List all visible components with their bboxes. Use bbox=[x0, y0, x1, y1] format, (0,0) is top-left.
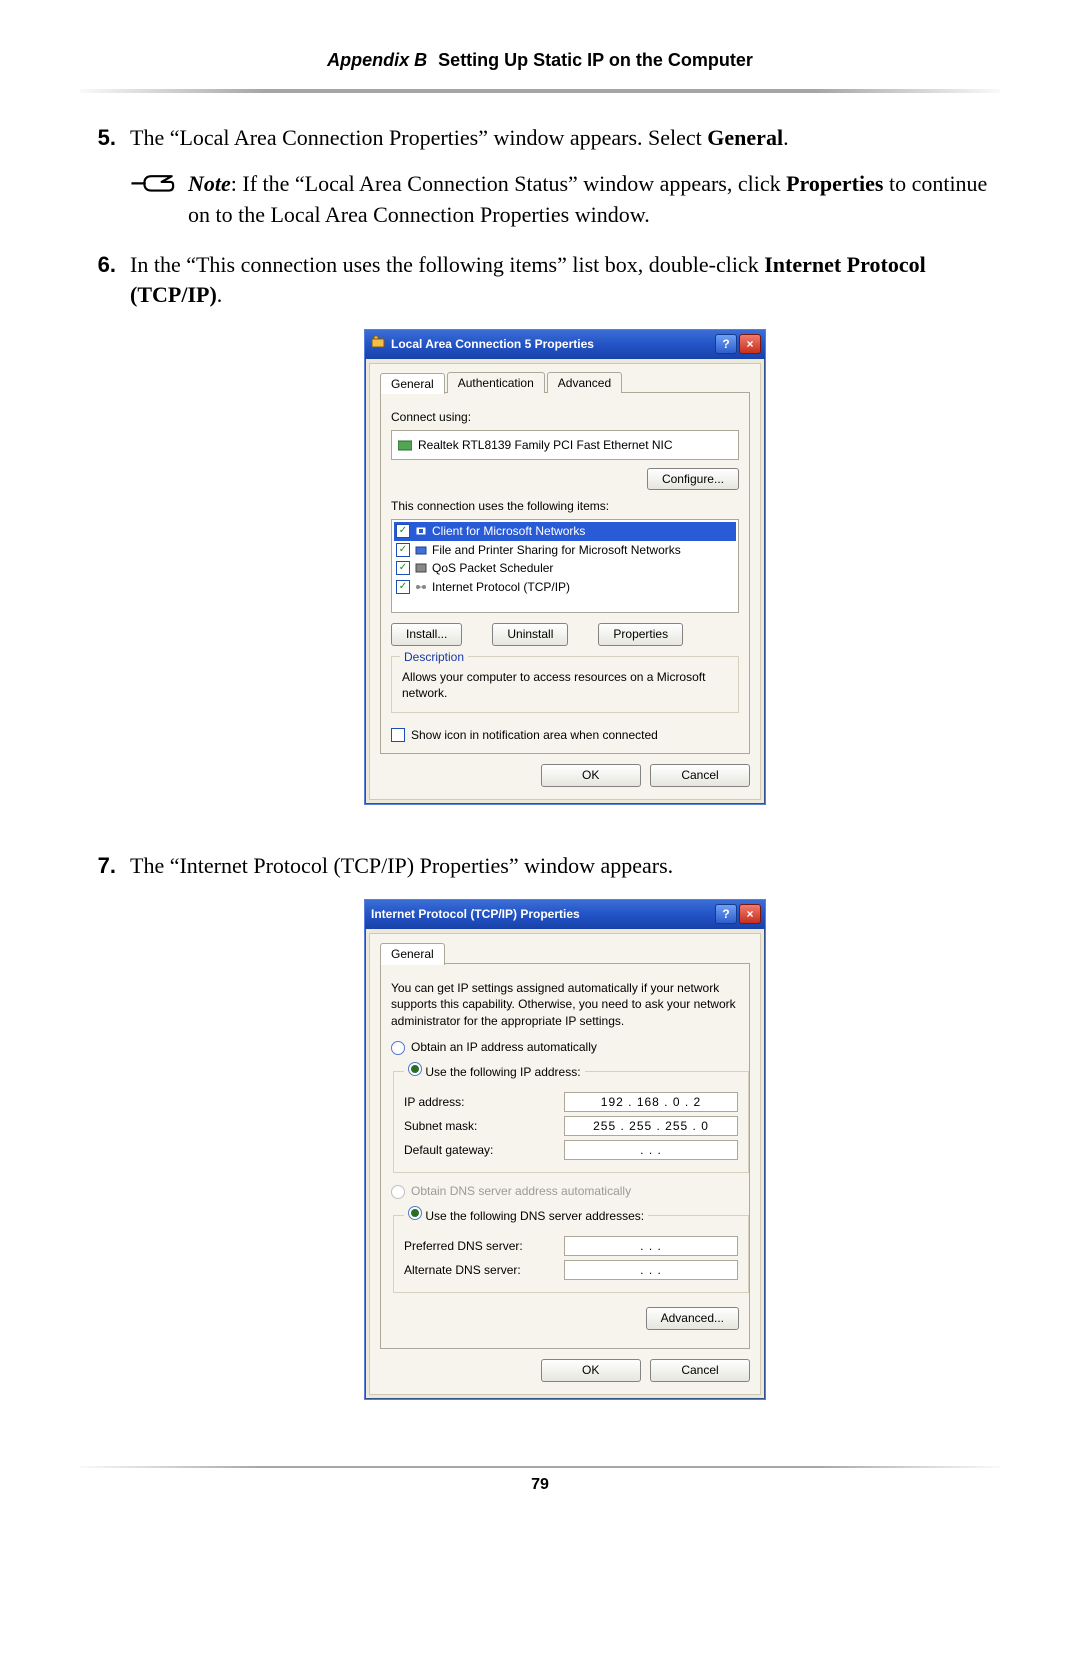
step-5-text: The “Local Area Connection Properties” w… bbox=[130, 123, 1000, 153]
gateway-input[interactable]: . . . bbox=[564, 1140, 738, 1160]
window-title: Local Area Connection 5 Properties bbox=[391, 336, 715, 353]
items-label: This connection uses the following items… bbox=[391, 498, 739, 515]
window-tcpip-properties: Internet Protocol (TCP/IP) Properties ? … bbox=[364, 899, 766, 1399]
radio-icon[interactable] bbox=[408, 1062, 422, 1076]
pref-dns-label: Preferred DNS server: bbox=[404, 1238, 564, 1255]
window-title: Internet Protocol (TCP/IP) Properties bbox=[371, 906, 715, 923]
client-icon bbox=[414, 525, 428, 537]
use-ip-legend[interactable]: Use the following IP address: bbox=[404, 1062, 585, 1081]
checkbox-icon[interactable] bbox=[396, 543, 410, 557]
page-number: 79 bbox=[80, 1476, 1000, 1494]
step-7-text: The “Internet Protocol (TCP/IP) Properti… bbox=[130, 851, 1000, 881]
list-item[interactable]: Client for Microsoft Networks bbox=[394, 522, 736, 541]
checkbox-icon[interactable] bbox=[396, 561, 410, 575]
connect-using-label: Connect using: bbox=[391, 409, 739, 426]
qos-icon bbox=[414, 562, 428, 574]
advanced-button[interactable]: Advanced... bbox=[646, 1307, 739, 1330]
nic-box[interactable]: Realtek RTL8139 Family PCI Fast Ethernet… bbox=[391, 430, 739, 460]
alt-dns-label: Alternate DNS server: bbox=[404, 1262, 564, 1279]
items-listbox[interactable]: Client for Microsoft Networks File and P… bbox=[391, 519, 739, 613]
configure-button[interactable]: Configure... bbox=[647, 468, 739, 491]
close-button[interactable]: × bbox=[739, 904, 761, 924]
window-titlebar[interactable]: Internet Protocol (TCP/IP) Properties ? … bbox=[365, 900, 765, 929]
tab-authentication[interactable]: Authentication bbox=[447, 372, 545, 394]
header-divider bbox=[80, 89, 1000, 93]
show-icon-row[interactable]: Show icon in notification area when conn… bbox=[391, 727, 739, 744]
step-5-note: Note: If the “Local Area Connection Stat… bbox=[130, 169, 1000, 230]
use-dns-legend[interactable]: Use the following DNS server addresses: bbox=[404, 1206, 648, 1225]
tab-general[interactable]: General bbox=[380, 943, 445, 965]
cancel-button[interactable]: Cancel bbox=[650, 764, 750, 787]
step-6-text: In the “This connection uses the followi… bbox=[130, 250, 1000, 311]
radio-icon[interactable] bbox=[391, 1041, 405, 1055]
header-title: Setting Up Static IP on the Computer bbox=[438, 50, 753, 70]
steps-list: 5. The “Local Area Connection Properties… bbox=[80, 123, 1000, 1426]
step-5: 5. The “Local Area Connection Properties… bbox=[80, 123, 1000, 230]
list-item[interactable]: File and Printer Sharing for Microsoft N… bbox=[394, 541, 736, 560]
ip-label: IP address: bbox=[404, 1094, 564, 1111]
footer-divider bbox=[80, 1466, 1000, 1468]
list-item[interactable]: QoS Packet Scheduler bbox=[394, 559, 736, 578]
obtain-ip-label: Obtain an IP address automatically bbox=[411, 1039, 597, 1056]
uninstall-button[interactable]: Uninstall bbox=[492, 623, 568, 646]
nic-name: Realtek RTL8139 Family PCI Fast Ethernet… bbox=[418, 437, 673, 454]
alt-dns-input[interactable]: . . . bbox=[564, 1260, 738, 1280]
mask-input[interactable]: 255 . 255 . 255 . 0 bbox=[564, 1116, 738, 1136]
tab-advanced[interactable]: Advanced bbox=[547, 372, 622, 394]
mask-label: Subnet mask: bbox=[404, 1118, 564, 1135]
help-button[interactable]: ? bbox=[715, 334, 737, 354]
note-text: Note: If the “Local Area Connection Stat… bbox=[188, 169, 1000, 230]
window-icon bbox=[371, 335, 385, 354]
obtain-dns-row: Obtain DNS server address automatically bbox=[391, 1183, 739, 1200]
show-icon-label: Show icon in notification area when conn… bbox=[411, 727, 658, 744]
step-5-number: 5. bbox=[80, 123, 116, 230]
document-page: Appendix B Setting Up Static IP on the C… bbox=[0, 0, 1080, 1534]
window-titlebar[interactable]: Local Area Connection 5 Properties ? × bbox=[365, 330, 765, 359]
printer-share-icon bbox=[414, 544, 428, 556]
properties-button[interactable]: Properties bbox=[598, 623, 683, 646]
obtain-dns-label: Obtain DNS server address automatically bbox=[411, 1183, 631, 1200]
description-label: Description bbox=[400, 649, 468, 666]
step-7: 7. The “Internet Protocol (TCP/IP) Prope… bbox=[80, 851, 1000, 1426]
tcpip-icon bbox=[414, 581, 428, 593]
description-text: Allows your computer to access resources… bbox=[402, 669, 728, 702]
step-6: 6. In the “This connection uses the foll… bbox=[80, 250, 1000, 831]
intro-text: You can get IP settings assigned automat… bbox=[391, 980, 739, 1030]
cancel-button[interactable]: Cancel bbox=[650, 1359, 750, 1382]
tab-general[interactable]: General bbox=[380, 373, 445, 395]
ip-input[interactable]: 192 . 168 . 0 . 2 bbox=[564, 1092, 738, 1112]
ok-button[interactable]: OK bbox=[541, 764, 641, 787]
note-pointing-hand-icon bbox=[130, 169, 176, 206]
nic-icon bbox=[398, 439, 412, 451]
pref-dns-input[interactable]: . . . bbox=[564, 1236, 738, 1256]
page-header: Appendix B Setting Up Static IP on the C… bbox=[80, 50, 1000, 81]
help-button[interactable]: ? bbox=[715, 904, 737, 924]
header-appendix: Appendix B bbox=[327, 50, 427, 70]
checkbox-icon[interactable] bbox=[396, 524, 410, 538]
checkbox-icon[interactable] bbox=[396, 580, 410, 594]
step-7-number: 7. bbox=[80, 851, 116, 1426]
tab-panel-general: Connect using: Realtek RTL8139 Family PC… bbox=[380, 392, 750, 754]
step-6-number: 6. bbox=[80, 250, 116, 831]
tab-strip: General Authentication Advanced bbox=[380, 372, 750, 394]
radio-icon[interactable] bbox=[408, 1206, 422, 1220]
list-item[interactable]: Internet Protocol (TCP/IP) bbox=[394, 578, 736, 597]
close-button[interactable]: × bbox=[739, 334, 761, 354]
checkbox-icon[interactable] bbox=[391, 728, 405, 742]
use-ip-group: Use the following IP address: IP address… bbox=[393, 1062, 749, 1174]
ok-button[interactable]: OK bbox=[541, 1359, 641, 1382]
description-group: Description Allows your computer to acce… bbox=[391, 656, 739, 713]
gateway-label: Default gateway: bbox=[404, 1142, 564, 1159]
radio-icon bbox=[391, 1185, 405, 1199]
window-lan-properties: Local Area Connection 5 Properties ? × G… bbox=[364, 329, 766, 805]
obtain-ip-row[interactable]: Obtain an IP address automatically bbox=[391, 1039, 739, 1056]
use-dns-group: Use the following DNS server addresses: … bbox=[393, 1206, 749, 1294]
tab-panel-general: You can get IP settings assigned automat… bbox=[380, 963, 750, 1349]
install-button[interactable]: Install... bbox=[391, 623, 462, 646]
